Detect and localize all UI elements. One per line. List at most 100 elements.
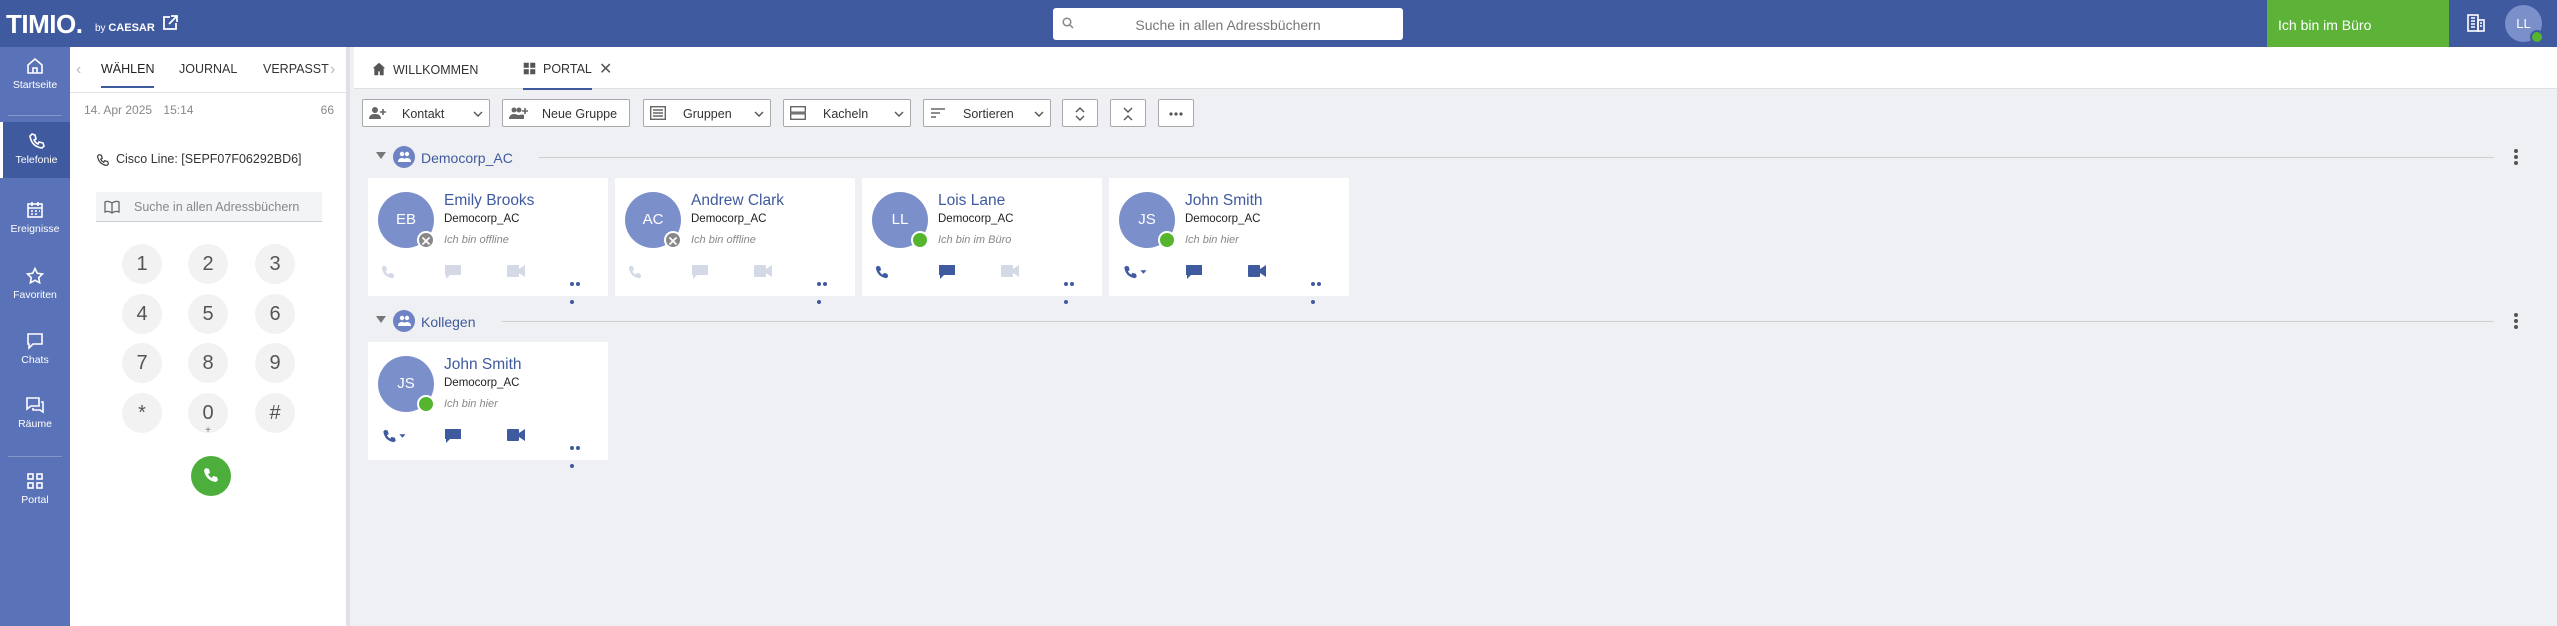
chat-icon[interactable]: [938, 264, 956, 280]
contact-name[interactable]: Andrew Clark: [691, 192, 784, 210]
tab-verpasst[interactable]: VERPASST: [263, 62, 329, 76]
chat-icon[interactable]: [444, 428, 462, 444]
call-dropdown-icon[interactable]: [380, 428, 408, 444]
app-logo: TIMIO.: [6, 9, 83, 39]
dial-key-6[interactable]: 6: [255, 294, 295, 334]
new-group-button[interactable]: Neue Gruppe: [502, 99, 630, 127]
contact-card[interactable]: JS John Smith Democorp_AC Ich bin hier: [1109, 178, 1349, 304]
call-dropdown-icon[interactable]: [1121, 264, 1149, 280]
more-horizontal-icon[interactable]: [570, 273, 586, 309]
expand-all-button[interactable]: [1062, 99, 1098, 127]
contact-company: Democorp_AC: [691, 213, 767, 225]
nav-divider: [8, 456, 62, 457]
tab-willkommen[interactable]: WILLKOMMEN: [372, 62, 478, 77]
dial-key-5[interactable]: 5: [188, 294, 228, 334]
close-tab-icon[interactable]: ✕: [599, 59, 612, 79]
phone-search-input[interactable]: Suche in allen Adressbüchern: [96, 192, 322, 222]
dial-key-0-plus: +: [205, 425, 211, 436]
dial-key-4[interactable]: 4: [122, 294, 162, 334]
nav-telefonie[interactable]: Telefonie: [0, 122, 70, 178]
call-icon[interactable]: [874, 264, 890, 280]
call-button[interactable]: [191, 456, 231, 496]
contact-card[interactable]: AC Andrew Clark Democorp_AC Ich bin offl…: [615, 178, 855, 304]
video-icon[interactable]: [1248, 264, 1266, 278]
dial-key-0[interactable]: 0 +: [188, 393, 228, 436]
chat-icon[interactable]: [691, 264, 709, 280]
chat-icon[interactable]: [1185, 264, 1203, 280]
contact-card[interactable]: LL Lois Lane Democorp_AC Ich bin im Büro: [862, 178, 1102, 304]
contact-company: Democorp_AC: [938, 213, 1014, 225]
chevron-right-icon[interactable]: ›: [330, 61, 335, 79]
phone-line-selector[interactable]: Cisco Line: [SEPF07F06292BD6]: [96, 152, 302, 167]
nav-startseite[interactable]: Startseite: [0, 57, 70, 113]
more-horizontal-icon[interactable]: [1311, 273, 1327, 309]
contact-card[interactable]: EB Emily Brooks Democorp_AC Ich bin offl…: [368, 178, 608, 304]
nav-portal[interactable]: Portal: [0, 472, 70, 528]
user-avatar[interactable]: LL: [2505, 5, 2544, 44]
group-menu-button[interactable]: [2514, 149, 2518, 167]
list-icon: [650, 106, 666, 120]
top-bar: TIMIO. by CAESAR Suche in allen Adressbü…: [0, 0, 2557, 47]
collapse-icon: [1123, 107, 1133, 121]
chevron-down-icon: [894, 111, 904, 117]
video-icon[interactable]: [754, 264, 772, 278]
call-icon[interactable]: [627, 264, 643, 280]
video-icon[interactable]: [507, 264, 525, 278]
contact-company: Democorp_AC: [444, 377, 520, 389]
tab-journal[interactable]: JOURNAL: [179, 62, 237, 76]
group-header[interactable]: Democorp_AC: [376, 146, 2506, 170]
kontakt-dropdown[interactable]: Kontakt: [362, 99, 490, 127]
online-status-dot: [2530, 30, 2544, 44]
caret-down-icon[interactable]: [376, 152, 386, 160]
caret-down-icon[interactable]: [376, 316, 386, 324]
presence-status-button[interactable]: Ich bin im Büro: [2267, 0, 2449, 47]
group-name: Democorp_AC: [421, 150, 513, 166]
gruppen-dropdown[interactable]: Gruppen: [643, 99, 771, 127]
contact-card[interactable]: JS John Smith Democorp_AC Ich bin hier: [368, 342, 608, 468]
collapse-all-button[interactable]: [1110, 99, 1146, 127]
dial-key-8[interactable]: 8: [188, 343, 228, 383]
more-options-button[interactable]: [1158, 99, 1194, 127]
global-search-input[interactable]: Suche in allen Adressbüchern: [1053, 8, 1403, 40]
dial-key-7[interactable]: 7: [122, 343, 162, 383]
more-horizontal-icon[interactable]: [817, 273, 833, 309]
video-icon[interactable]: [1001, 264, 1019, 278]
tab-portal[interactable]: PORTAL ✕: [523, 61, 612, 90]
dial-key-2[interactable]: 2: [188, 244, 228, 284]
video-icon[interactable]: [507, 428, 525, 442]
kacheln-dropdown[interactable]: Kacheln: [783, 99, 911, 127]
contact-name[interactable]: Lois Lane: [938, 192, 1005, 210]
nav-favoriten[interactable]: Favoriten: [0, 267, 70, 323]
dial-key-3[interactable]: 3: [255, 244, 295, 284]
contact-status: Ich bin offline: [444, 234, 509, 246]
dial-key-hash[interactable]: #: [255, 393, 295, 433]
building-icon[interactable]: [2466, 13, 2486, 33]
chevron-down-icon: [1034, 111, 1044, 117]
dial-key-1[interactable]: 1: [122, 244, 162, 284]
date-time-row: 14. Apr 2025 15:14 66: [84, 103, 334, 117]
offline-status-icon: [417, 231, 435, 249]
external-link-icon[interactable]: [161, 14, 179, 32]
nav-chats[interactable]: Chats: [0, 332, 70, 388]
contact-name[interactable]: Emily Brooks: [444, 192, 534, 210]
dial-key-9[interactable]: 9: [255, 343, 295, 383]
contact-name[interactable]: John Smith: [444, 356, 522, 374]
more-horizontal-icon[interactable]: [570, 437, 586, 473]
tab-waehlen[interactable]: WÄHLEN: [101, 62, 155, 88]
call-icon[interactable]: [380, 264, 396, 280]
dial-key-star[interactable]: *: [122, 393, 162, 433]
chat-icon: [27, 333, 43, 350]
chevron-left-icon[interactable]: ‹: [76, 61, 81, 79]
group-header[interactable]: Kollegen: [376, 310, 2506, 334]
contact-name[interactable]: John Smith: [1185, 192, 1263, 210]
nav-raeume[interactable]: Räume: [0, 396, 70, 452]
group-menu-button[interactable]: [2514, 313, 2518, 331]
counter-badge: 66: [320, 103, 334, 117]
chat-icon[interactable]: [444, 264, 462, 280]
sortieren-dropdown[interactable]: Sortieren: [923, 99, 1051, 127]
nav-ereignisse[interactable]: Ereignisse: [0, 201, 70, 257]
contact-status: Ich bin offline: [691, 234, 756, 246]
more-horizontal-icon[interactable]: [1064, 273, 1080, 309]
home-icon: [372, 62, 386, 76]
contact-company: Democorp_AC: [1185, 213, 1261, 225]
